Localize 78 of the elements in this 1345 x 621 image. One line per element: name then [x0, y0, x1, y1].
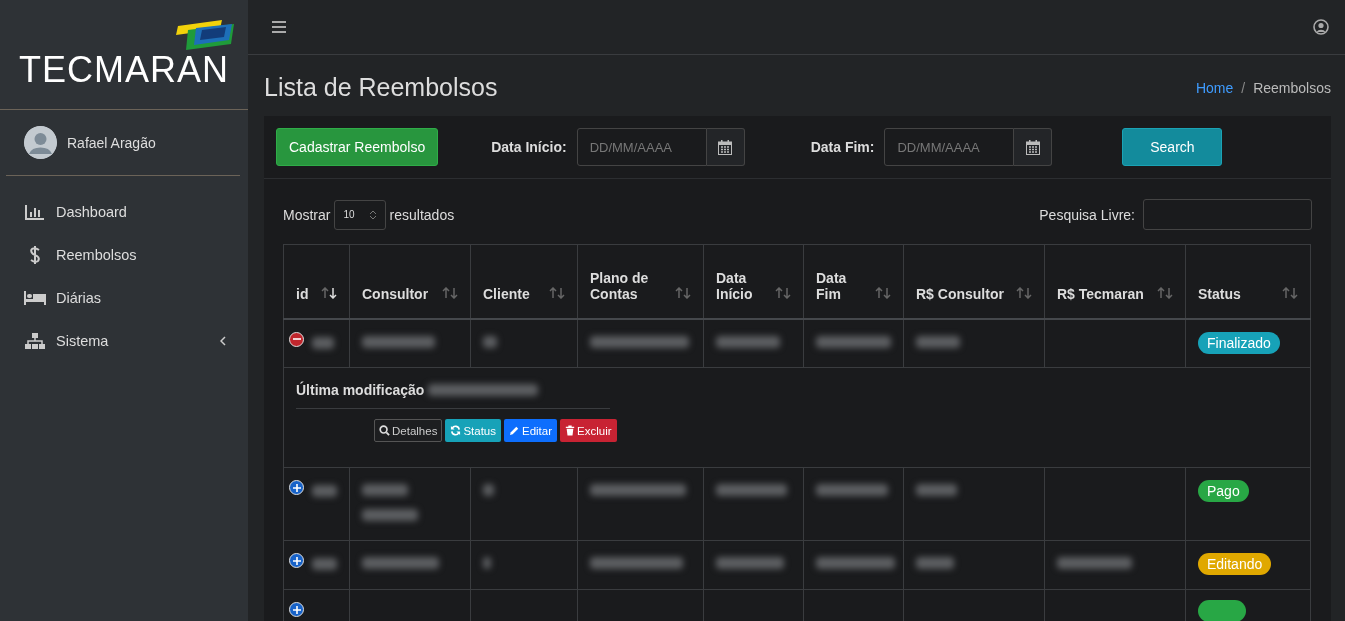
sort-icon[interactable]: [321, 286, 337, 299]
results-label: resultados: [389, 206, 455, 223]
column-header[interactable]: R$ Tecmaran: [1044, 244, 1186, 319]
column-header[interactable]: Data Início: [703, 244, 804, 319]
user-name: Rafael Aragão: [67, 134, 156, 151]
redacted-text: [916, 335, 960, 348]
redacted-text: [816, 484, 888, 496]
bed-icon: [24, 290, 46, 305]
start-date-field[interactable]: DD/MM/AAAA: [576, 128, 707, 166]
column-header[interactable]: Cliente: [470, 244, 578, 319]
search-label: Pesquisa Livre:: [1039, 206, 1135, 223]
breadcrumb-separator: /: [1241, 79, 1246, 96]
minus-icon: [292, 335, 301, 343]
redacted-text: [483, 335, 497, 348]
sitemap-icon: [25, 332, 45, 349]
redacted-text: [716, 557, 784, 569]
dollar-icon: [29, 245, 41, 264]
pencil-icon: [509, 425, 520, 436]
column-header[interactable]: Data Fim: [803, 244, 904, 319]
redacted-text: [312, 558, 337, 570]
plus-icon: [292, 483, 301, 492]
column-header[interactable]: Consultor: [349, 244, 471, 319]
redacted-text: [916, 484, 957, 496]
logo-flag-icon: [174, 20, 234, 50]
calendar-icon: [718, 139, 733, 155]
status-badge: Editando: [1198, 553, 1272, 575]
expand-button[interactable]: [289, 602, 304, 617]
column-header[interactable]: Plano de Contas: [577, 244, 704, 319]
redacted-text: [483, 557, 491, 569]
nav-item[interactable]: Diárias: [24, 276, 248, 319]
expand-button[interactable]: [289, 553, 304, 568]
column-header[interactable]: R$ Consultor: [903, 244, 1045, 319]
redacted-text: [362, 509, 418, 521]
redacted-text: [716, 335, 780, 348]
redacted-text: [312, 336, 334, 349]
end-date-field[interactable]: DD/MM/AAAA: [884, 128, 1015, 166]
end-date-label: Data Fim:: [810, 139, 875, 155]
status-badge: Pago: [1198, 480, 1249, 502]
plus-icon: [292, 605, 301, 614]
refresh-icon: [450, 425, 462, 436]
breadcrumb-link[interactable]: Home: [1195, 79, 1234, 96]
redacted-text: [312, 485, 337, 497]
details-button[interactable]: Detalhes: [374, 419, 443, 442]
search-icon: [379, 425, 390, 436]
collapse-button[interactable]: [289, 331, 304, 347]
status-badge: Finalizado: [1198, 331, 1280, 354]
nav-item[interactable]: Sistema: [24, 319, 248, 362]
page-size-select[interactable]: 10: [334, 199, 386, 230]
column-header[interactable]: Status: [1185, 244, 1311, 319]
menu-icon[interactable]: [272, 21, 286, 33]
delete-button[interactable]: Excluir: [560, 419, 617, 442]
edit-button[interactable]: Editar: [504, 419, 558, 442]
nav-item[interactable]: Dashboard: [24, 190, 248, 233]
spinner-icon: [368, 208, 377, 221]
brand-logo: TECMARAN: [19, 49, 229, 91]
bar-chart-icon: [25, 203, 45, 220]
redacted-text: [916, 557, 954, 569]
last-modified-label: Última modificação: [296, 382, 425, 398]
redacted-text: [483, 484, 494, 496]
breadcrumb-current: Reembolsos: [1253, 79, 1331, 96]
page-title: Lista de Reembolsos: [264, 73, 498, 102]
calendar-icon: [1025, 139, 1040, 155]
redacted-text: [716, 484, 787, 496]
search-button[interactable]: Search: [1122, 128, 1223, 166]
calendar-button[interactable]: [706, 128, 745, 166]
show-label: Mostrar: [283, 206, 331, 223]
user-icon[interactable]: [1313, 19, 1329, 35]
search-field[interactable]: [1143, 199, 1312, 230]
column-header[interactable]: id: [283, 244, 350, 319]
start-date-label: Data Início:: [491, 139, 567, 155]
create-button[interactable]: Cadastrar Reembolso: [276, 128, 439, 166]
trash-icon: [565, 425, 576, 436]
redacted-text: [362, 484, 408, 496]
expand-button[interactable]: [289, 480, 304, 495]
avatar-icon: [24, 126, 57, 159]
plus-icon: [292, 556, 301, 565]
calendar-button[interactable]: [1014, 128, 1053, 166]
nav-item[interactable]: Reembolsos: [24, 233, 248, 276]
